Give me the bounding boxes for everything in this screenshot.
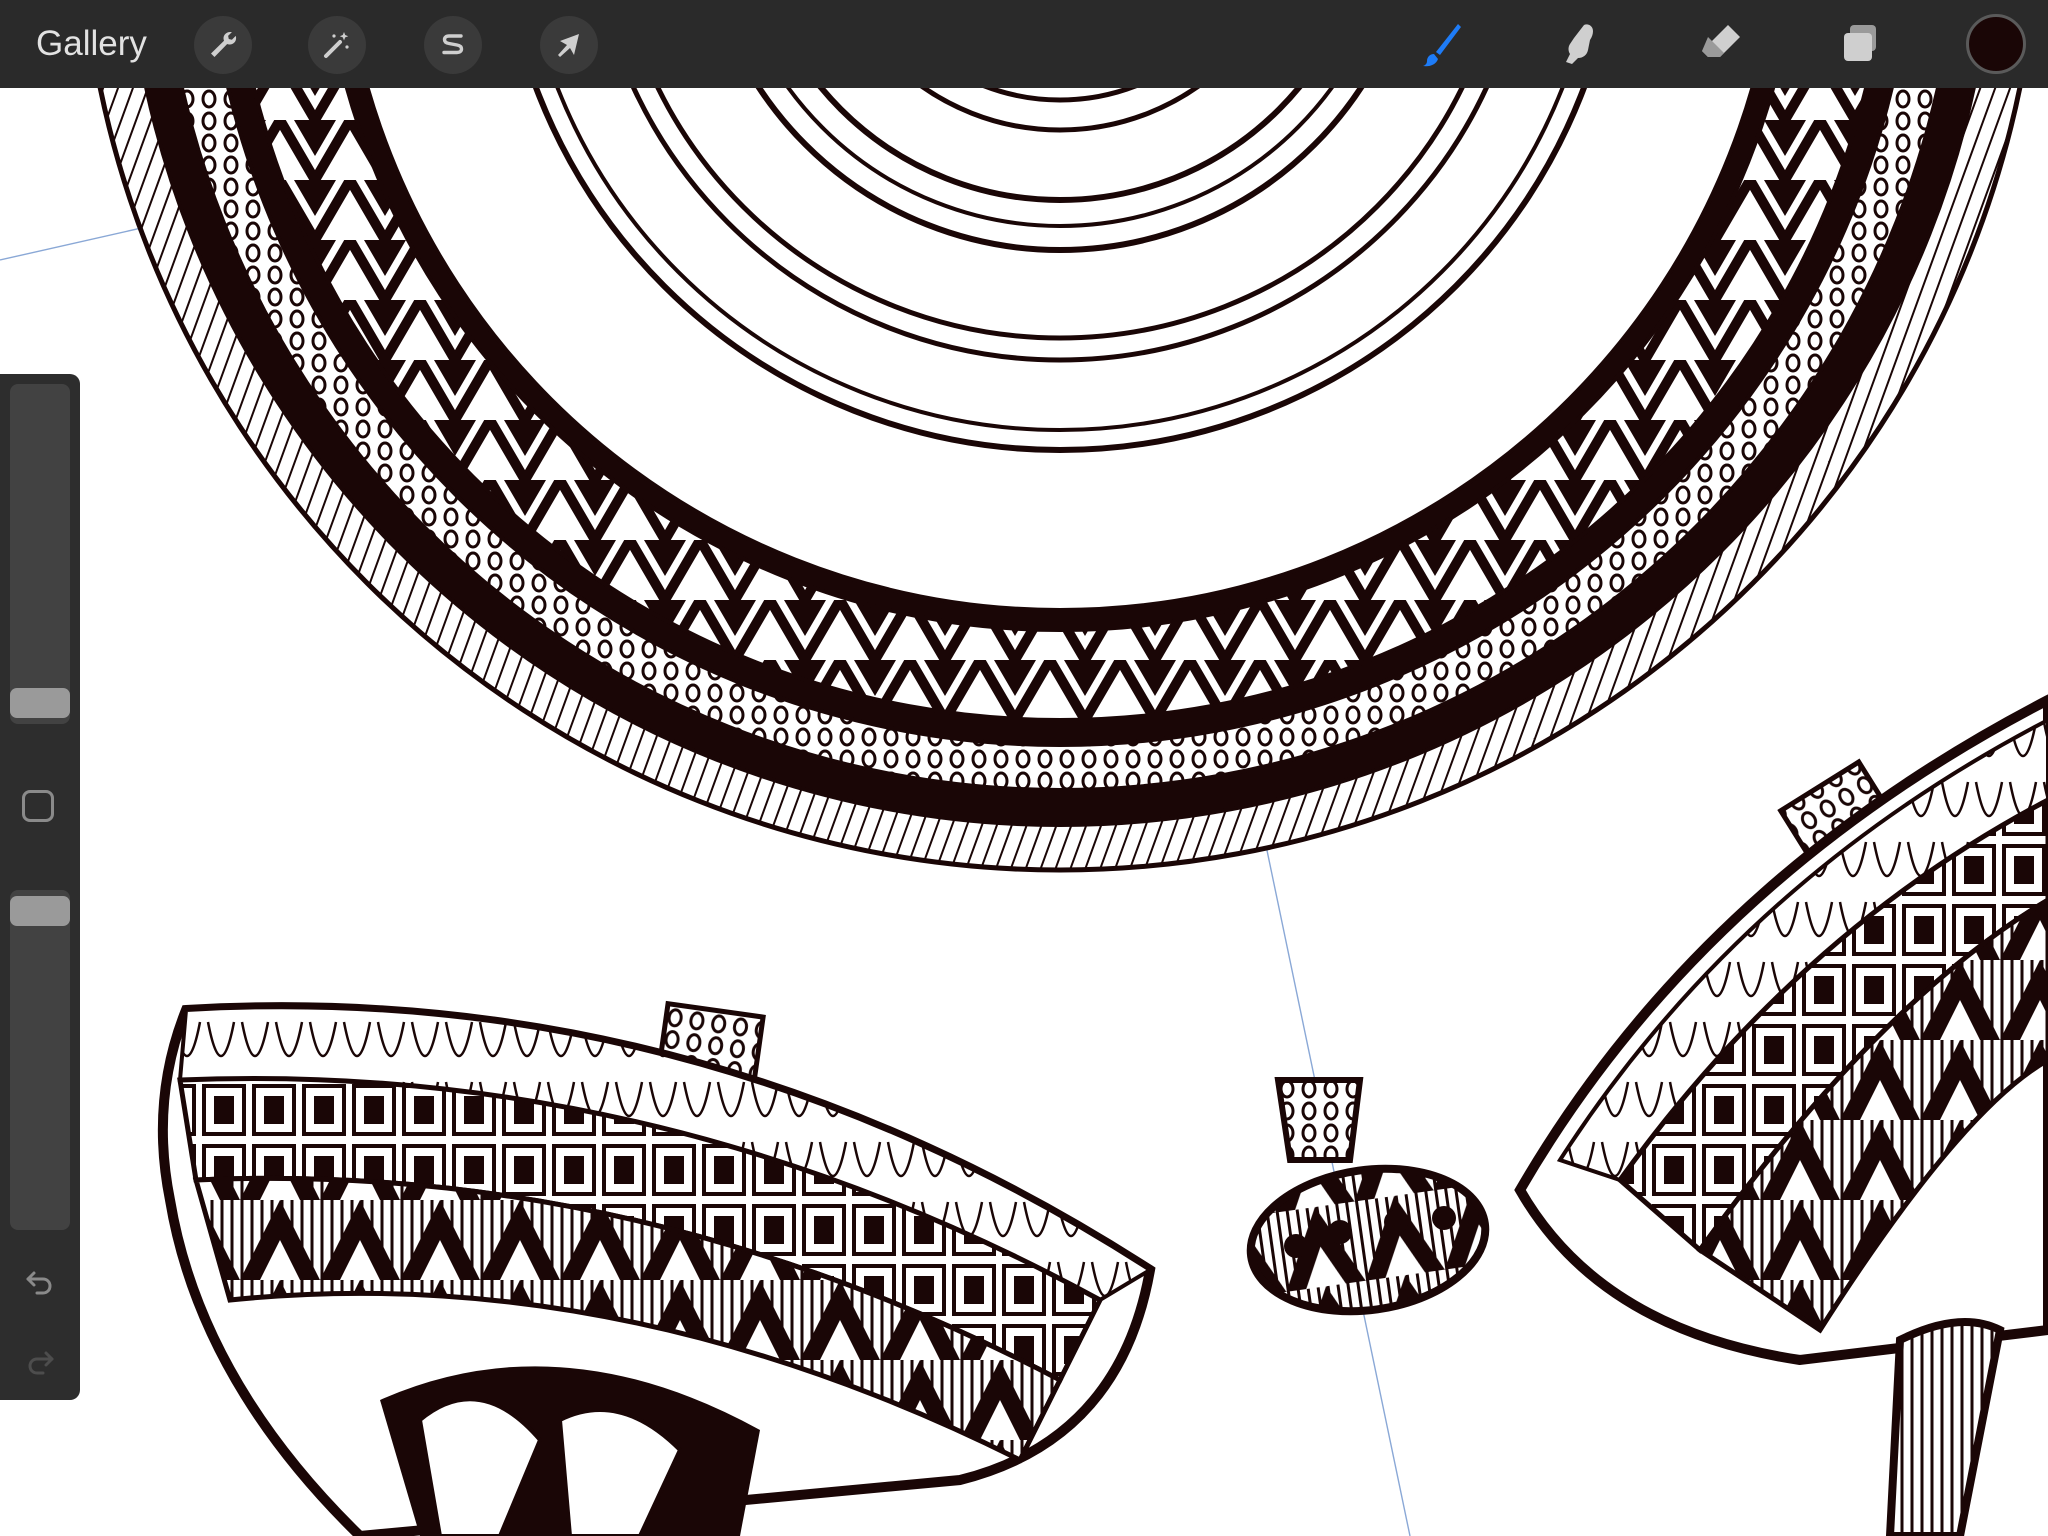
layers-icon — [1844, 25, 1876, 61]
wrench-icon — [211, 32, 237, 57]
gallery-button[interactable]: Gallery — [36, 22, 147, 66]
layers-button[interactable] — [1829, 14, 1891, 76]
brush-icon — [1423, 24, 1461, 67]
brush-size-slider[interactable] — [10, 384, 70, 724]
brush-button[interactable] — [1409, 14, 1471, 76]
modify-button[interactable] — [22, 790, 54, 822]
smudge-button[interactable] — [1549, 14, 1611, 76]
selection-s-icon — [442, 34, 464, 55]
undo-icon — [26, 1271, 52, 1295]
undo-button[interactable] — [18, 1260, 62, 1304]
redo-button[interactable] — [18, 1340, 62, 1384]
drawing-canvas[interactable] — [0, 88, 2048, 1536]
opacity-slider[interactable] — [10, 890, 70, 1230]
brush-size-slider-handle[interactable] — [10, 687, 70, 718]
smudge-finger-icon — [1566, 24, 1593, 64]
redo-icon — [28, 1351, 54, 1375]
opacity-slider-handle[interactable] — [10, 896, 70, 927]
arrow-cursor-icon — [558, 34, 579, 57]
adjustments-button[interactable] — [308, 16, 366, 74]
selection-button[interactable] — [424, 16, 482, 74]
transform-button[interactable] — [540, 16, 598, 74]
magic-wand-icon — [324, 32, 349, 58]
eraser-icon — [1702, 25, 1740, 57]
actions-button[interactable] — [194, 16, 252, 74]
top-toolbar: Gallery — [0, 0, 2048, 88]
color-picker-button[interactable] — [1966, 14, 2026, 74]
left-sidebar — [0, 374, 80, 1400]
artwork-drawing — [0, 88, 2048, 1536]
eraser-button[interactable] — [1689, 14, 1751, 76]
